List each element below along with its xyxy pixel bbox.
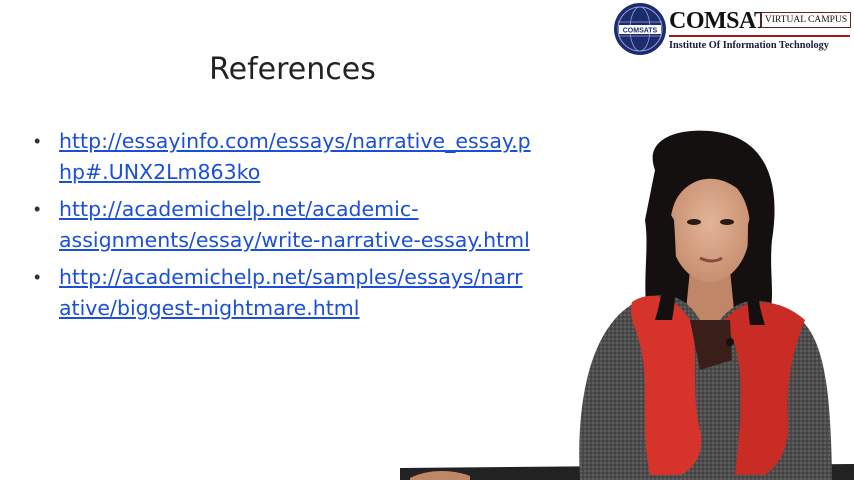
bullet-icon: • [34,131,41,151]
microphone-icon [726,338,734,346]
logo-divider [669,35,850,37]
slide-title: References [209,52,376,87]
comsats-logo: COMSATS COMSATS VIRTUAL CAMPUS Institute… [613,2,854,56]
link-line: ative/biggest-nightmare.html [59,296,360,320]
logo-campus-label: VIRTUAL CAMPUS [761,12,851,28]
bullet-icon: • [34,267,41,287]
lecture-frame: References • http://essayinfo.com/essays… [0,0,854,480]
presenter-video [400,130,854,480]
link-line: hp#.UNX2Lm863ko [59,160,261,184]
emblem-text: COMSATS [623,28,658,35]
logo-subtitle: Institute Of Information Technology [669,40,829,51]
bullet-icon: • [34,199,41,219]
globe-emblem-icon: COMSATS [614,3,666,55]
link-line: http://academichelp.net/academic- [59,197,419,221]
